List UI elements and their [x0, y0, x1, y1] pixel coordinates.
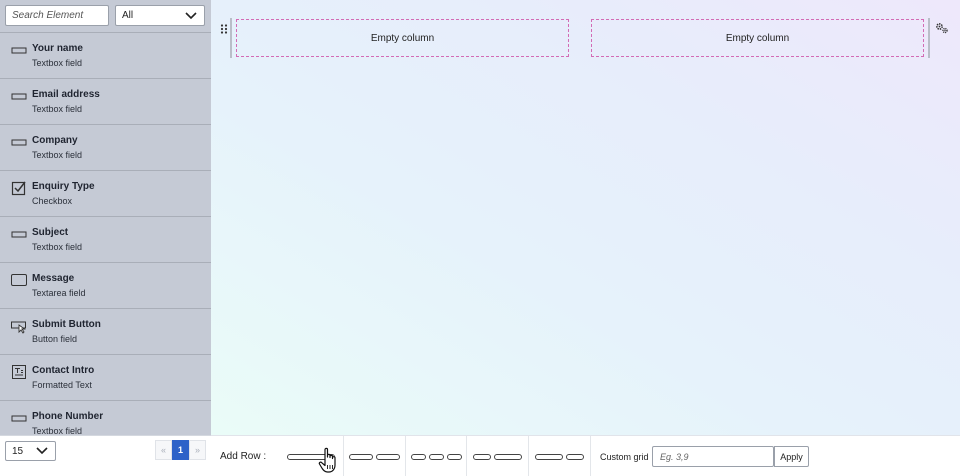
add-row-label: Add Row : — [220, 451, 267, 462]
row-divider — [230, 18, 232, 58]
form-canvas: Empty column Empty column — [211, 0, 960, 435]
element-type: Textbox field — [32, 104, 83, 114]
column-pill — [428, 453, 444, 460]
apply-button[interactable]: Apply — [774, 446, 809, 467]
sidebar-search-bar: All — [0, 0, 211, 32]
column-pill — [446, 453, 462, 460]
element-type: Button field — [32, 334, 78, 344]
list-item-phone-number[interactable]: Phone Number Textbox field — [0, 400, 211, 435]
element-name: Email address — [32, 89, 100, 100]
column-pill — [494, 453, 522, 460]
textbox-icon — [11, 410, 27, 426]
empty-column[interactable]: Empty column — [591, 19, 924, 57]
page-size-value: 15 — [12, 445, 24, 457]
layout-2-columns-button[interactable] — [344, 436, 406, 476]
textarea-icon — [11, 272, 27, 288]
sidebar-footer: 15 « 1 » — [0, 435, 211, 476]
prev-page-button[interactable]: « — [155, 440, 172, 460]
chevron-down-icon — [185, 11, 197, 19]
column-label: Empty column — [725, 32, 790, 44]
custom-grid-label: Custom grid — [600, 452, 649, 462]
pagination: « 1 » — [155, 440, 206, 460]
element-name: Submit Button — [32, 319, 101, 330]
button-icon — [11, 318, 27, 334]
element-list: Your name Textbox field Email address Te… — [0, 32, 211, 435]
formatted-text-icon — [11, 364, 27, 380]
list-item-submit-button[interactable]: Submit Button Button field — [0, 308, 211, 354]
element-name: Phone Number — [32, 411, 104, 422]
element-type: Formatted Text — [32, 380, 92, 390]
element-name: Message — [32, 273, 75, 284]
list-item-company[interactable]: Company Textbox field — [0, 124, 211, 170]
hand-cursor-icon — [318, 447, 336, 473]
page-size-select[interactable]: 15 — [5, 441, 56, 461]
page-1-button[interactable]: 1 — [172, 440, 189, 460]
column-label: Empty column — [370, 32, 435, 44]
column-pill — [410, 453, 426, 460]
textbox-icon — [11, 88, 27, 104]
list-item-message[interactable]: Message Textarea field — [0, 262, 211, 308]
textbox-icon — [11, 134, 27, 150]
filter-value: All — [122, 10, 134, 21]
list-item-your-name[interactable]: Your name Textbox field — [0, 32, 211, 78]
element-type: Textbox field — [32, 58, 83, 68]
element-name: Your name — [32, 43, 83, 54]
chevron-down-icon — [36, 447, 48, 455]
custom-grid-input[interactable] — [652, 446, 774, 467]
element-sidebar: All Your name Textbox field Email addres… — [0, 0, 211, 476]
list-item-contact-intro[interactable]: Contact Intro Formatted Text — [0, 354, 211, 400]
row-divider — [928, 18, 930, 58]
element-name: Contact Intro — [32, 365, 95, 376]
column-pill — [473, 453, 491, 460]
column-pill — [376, 453, 400, 460]
layout-2-1-columns-button[interactable] — [529, 436, 591, 476]
element-name: Subject — [32, 227, 69, 238]
layout-1-2-columns-button[interactable] — [467, 436, 529, 476]
layout-3-columns-button[interactable] — [406, 436, 467, 476]
element-type: Textbox field — [32, 150, 83, 160]
checkbox-icon — [11, 180, 27, 196]
column-pill — [566, 453, 584, 460]
search-element-input[interactable] — [5, 5, 109, 26]
gears-icon[interactable] — [935, 22, 949, 34]
empty-column[interactable]: Empty column — [236, 19, 569, 57]
list-item-enquiry-type[interactable]: Enquiry Type Checkbox — [0, 170, 211, 216]
element-name: Enquiry Type — [32, 181, 95, 192]
list-item-subject[interactable]: Subject Textbox field — [0, 216, 211, 262]
element-filter-select[interactable]: All — [115, 5, 205, 26]
textbox-icon — [11, 226, 27, 242]
column-pill — [349, 453, 373, 460]
column-pill — [535, 453, 563, 460]
element-name: Company — [32, 135, 78, 146]
element-type: Textarea field — [32, 288, 86, 298]
element-type: Textbox field — [32, 242, 83, 252]
element-type: Textbox field — [32, 426, 83, 435]
element-type: Checkbox — [32, 196, 73, 206]
next-page-button[interactable]: » — [189, 440, 206, 460]
drag-handle-icon[interactable] — [220, 24, 228, 34]
list-item-email-address[interactable]: Email address Textbox field — [0, 78, 211, 124]
textbox-icon — [11, 42, 27, 58]
